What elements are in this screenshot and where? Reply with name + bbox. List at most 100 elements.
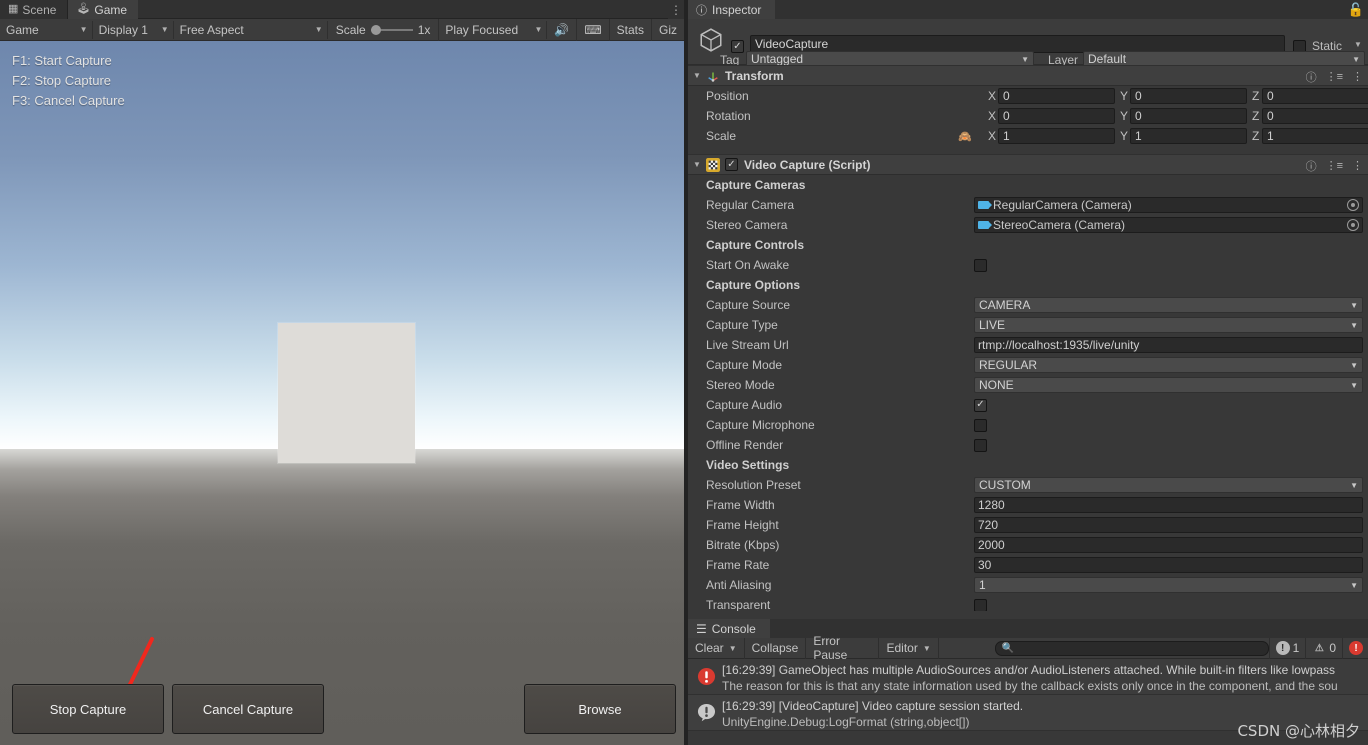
- position-axis-y: Y: [1120, 89, 1129, 103]
- preset-icon[interactable]: ⋮≡: [1326, 70, 1343, 83]
- position-x-input[interactable]: 0: [998, 88, 1115, 104]
- rotation-x-value: 0: [1003, 109, 1010, 123]
- vc-object-field-2[interactable]: StereoCamera (Camera): [974, 217, 1363, 233]
- clear-button[interactable]: Clear ▼: [688, 637, 745, 659]
- tab-inspector[interactable]: ⓘ Inspector: [688, 0, 776, 19]
- vc-text-input-16[interactable]: 1280: [974, 497, 1363, 513]
- gizmos-label: Giz: [659, 22, 678, 37]
- scene-game-tabbar: ▦ Scene 🕹 Game ⋮: [0, 0, 684, 19]
- vc-dropdown-10[interactable]: NONE ▼: [974, 377, 1363, 393]
- vc-object-field-1[interactable]: RegularCamera (Camera): [974, 197, 1363, 213]
- scale-slider[interactable]: Scale 1x: [328, 18, 440, 41]
- vc-checkbox-11[interactable]: ✓: [974, 398, 987, 412]
- vc-row-capture-cameras: Capture Cameras: [688, 175, 1368, 195]
- gameobject-enabled-checkbox[interactable]: ✓: [731, 40, 744, 53]
- scale-slider-track[interactable]: [370, 24, 413, 35]
- preset-icon[interactable]: ⋮≡: [1326, 159, 1343, 172]
- inspector-content: ✓ VideoCapture Static ▼ Tag Untagged ▼ L…: [688, 19, 1368, 619]
- vc-text-input-19[interactable]: 30: [974, 557, 1363, 573]
- vc-dropdown-9[interactable]: REGULAR ▼: [974, 357, 1363, 373]
- stop-capture-button[interactable]: Stop Capture: [12, 684, 164, 734]
- console-entry-error[interactable]: [16:29:39] GameObject has multiple Audio…: [688, 659, 1368, 695]
- vc-row-capture-mode: Capture Mode REGULAR ▼: [688, 355, 1368, 375]
- keyboard-icon[interactable]: ⌨: [577, 18, 610, 41]
- vc-dropdown-6[interactable]: CAMERA ▼: [974, 297, 1363, 313]
- lock-icon[interactable]: 🔓: [1344, 0, 1368, 19]
- vc-text-input-18[interactable]: 2000: [974, 537, 1363, 553]
- scale-z-input[interactable]: 1: [1262, 128, 1368, 144]
- chevron-down-icon: ▼: [1350, 480, 1358, 490]
- foldout-icon[interactable]: ▼: [688, 71, 706, 80]
- scale-x-input[interactable]: 1: [998, 128, 1115, 144]
- chevron-down-icon[interactable]: ▼: [1354, 40, 1362, 49]
- inspector-tabbar-filler: [775, 0, 1344, 19]
- tab-scene[interactable]: ▦ Scene: [0, 0, 69, 19]
- editor-dropdown[interactable]: Editor ▼: [879, 637, 939, 659]
- vc-checkbox-21[interactable]: [974, 598, 987, 612]
- scale-axis-z: Z: [1252, 129, 1260, 143]
- vc-dropdown-20[interactable]: 1 ▼: [974, 577, 1363, 593]
- tab-game[interactable]: 🕹 Game: [68, 0, 139, 19]
- vc-label-9: Capture Mode: [706, 358, 783, 372]
- scale-y-value: 1: [1135, 129, 1142, 143]
- vc-row-frame-width: Frame Width 1280: [688, 495, 1368, 515]
- vc-text-input-17[interactable]: 720: [974, 517, 1363, 533]
- game-render-area[interactable]: F1: Start Capture F2: Stop Capture F3: C…: [0, 41, 684, 745]
- foldout-icon[interactable]: ▼: [688, 160, 706, 169]
- tab-game-label: Game: [94, 2, 128, 17]
- transform-component-header[interactable]: ▼ Transform ⓘ ⋮≡ ⋮: [688, 65, 1368, 86]
- display-dropdown[interactable]: Display 1 ▼: [93, 20, 174, 39]
- info-count: 1: [1292, 641, 1300, 655]
- stats-button[interactable]: Stats: [610, 18, 653, 41]
- object-picker-icon[interactable]: [1347, 199, 1359, 211]
- help-icon[interactable]: ⓘ: [1306, 158, 1317, 174]
- tab-console[interactable]: ☰ Console: [688, 619, 770, 638]
- scale-slider-knob[interactable]: [370, 24, 381, 35]
- vc-label-0: Capture Cameras: [706, 178, 806, 192]
- position-z-input[interactable]: 0: [1262, 88, 1368, 104]
- error-pause-button[interactable]: Error Pause: [806, 634, 880, 662]
- vc-label-20: Anti Aliasing: [706, 578, 772, 592]
- vc-dropdown-15[interactable]: CUSTOM ▼: [974, 477, 1363, 493]
- console-warning-badge[interactable]: ⚠ 0: [1305, 637, 1342, 659]
- panel-menu-icon[interactable]: ⋮: [668, 0, 684, 19]
- rotation-x-input[interactable]: 0: [998, 108, 1115, 124]
- help-icon[interactable]: ⓘ: [1306, 69, 1317, 85]
- vc-checkbox-12[interactable]: [974, 418, 987, 432]
- gizmos-button[interactable]: Giz: [652, 19, 684, 41]
- speaker-icon[interactable]: 🔊: [547, 18, 578, 41]
- vc-text-value-16: 1280: [978, 498, 1005, 512]
- scale-y-input[interactable]: 1: [1130, 128, 1247, 144]
- vc-checkbox-4[interactable]: [974, 258, 987, 272]
- position-y-input[interactable]: 0: [1130, 88, 1247, 104]
- console-error-badge[interactable]: !: [1342, 637, 1368, 659]
- vc-text-input-8[interactable]: rtmp://localhost:1935/live/unity: [974, 337, 1363, 353]
- hud-line-f2: F2: Stop Capture: [12, 73, 111, 88]
- chevron-down-icon: ▼: [1350, 320, 1358, 330]
- chevron-down-icon[interactable]: ▼: [729, 644, 737, 653]
- videocapture-enabled-checkbox[interactable]: ✓: [725, 158, 738, 171]
- console-info-badge[interactable]: ! 1: [1268, 637, 1306, 659]
- vc-text-value-8: rtmp://localhost:1935/live/unity: [978, 338, 1140, 352]
- videocapture-component-header[interactable]: ▼ ✓ Video Capture (Script) ⓘ ⋮≡ ⋮: [688, 154, 1368, 175]
- cancel-capture-button[interactable]: Cancel Capture: [172, 684, 324, 734]
- vc-object-value-2: StereoCamera (Camera): [993, 218, 1126, 232]
- rotation-y-input[interactable]: 0: [1130, 108, 1247, 124]
- constrain-proportions-icon[interactable]: 🙈: [958, 130, 972, 143]
- kebab-icon[interactable]: ⋮: [1352, 159, 1363, 172]
- object-picker-icon[interactable]: [1347, 219, 1359, 231]
- vc-dropdown-7[interactable]: LIVE ▼: [974, 317, 1363, 333]
- aspect-dropdown[interactable]: Free Aspect ▼: [174, 20, 328, 39]
- rotation-z-input[interactable]: 0: [1262, 108, 1368, 124]
- console-search-input[interactable]: 🔍: [994, 640, 1269, 656]
- browse-button[interactable]: Browse: [524, 684, 676, 734]
- vc-label-8: Live Stream Url: [706, 338, 789, 352]
- kebab-icon[interactable]: ⋮: [1352, 70, 1363, 83]
- vc-label-2: Stereo Camera: [706, 218, 788, 232]
- game-target-dropdown[interactable]: Game ▼: [0, 20, 93, 39]
- vc-checkbox-13[interactable]: [974, 438, 987, 452]
- play-mode-dropdown[interactable]: Play Focused ▼: [439, 20, 548, 39]
- collapse-button[interactable]: Collapse: [745, 637, 807, 659]
- scale-axis-y: Y: [1120, 129, 1129, 143]
- error-pause-label: Error Pause: [813, 634, 848, 662]
